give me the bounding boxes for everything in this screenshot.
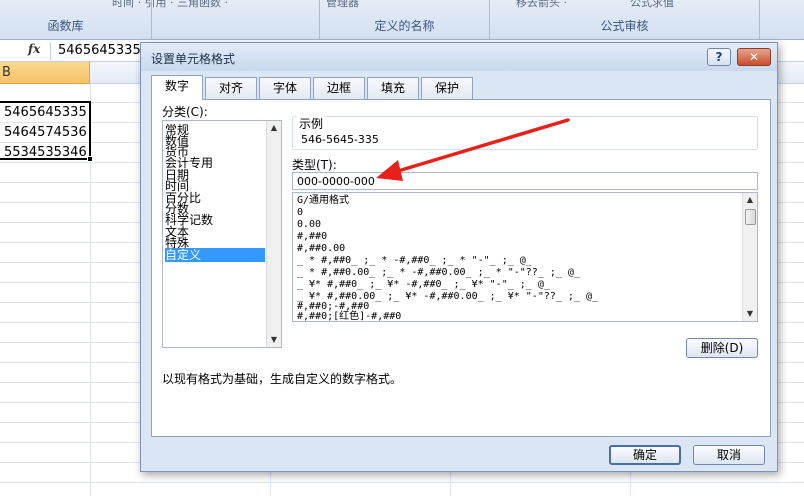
format-list[interactable]: G/通用格式 0 0.00 #,##0 #,##0.00 _ * #,##0_ … xyxy=(292,192,758,322)
selection-range xyxy=(0,101,91,160)
format-item[interactable]: 0 xyxy=(297,207,303,219)
ribbon-top-text-evaluate[interactable]: 公式求值 xyxy=(630,0,674,10)
sample-label: 示例 xyxy=(297,115,326,132)
ok-button[interactable]: 确定 xyxy=(609,445,681,465)
ribbon-top-text[interactable]: 管理器 xyxy=(326,0,359,10)
tab-fill[interactable]: 填充 xyxy=(367,77,419,99)
ribbon-group-formula-auditing: 移去箭头 · 公式求值 公式审核 xyxy=(490,0,760,40)
formula-input[interactable]: 5465645335 xyxy=(58,43,141,58)
tab-font[interactable]: 字体 xyxy=(259,77,311,99)
ribbon-group-label: 函数库 xyxy=(47,19,84,33)
type-label: 类型(T): xyxy=(292,158,337,172)
ribbon-group-defined-names: 管理器 定义的名称 xyxy=(320,0,490,40)
format-scrollbar[interactable]: ▲ ▼ xyxy=(742,193,757,321)
scroll-down-icon[interactable]: ▼ xyxy=(267,333,281,347)
help-button[interactable]: ? xyxy=(707,48,731,66)
cancel-button[interactable]: 取消 xyxy=(693,445,765,465)
delete-button[interactable]: 删除(D) xyxy=(686,338,758,358)
type-input[interactable]: 000-0000-000 xyxy=(292,172,758,190)
tab-protection[interactable]: 保护 xyxy=(421,77,473,99)
ribbon-group-label: 公式审核 xyxy=(600,19,649,33)
dialog-title: 设置单元格格式 xyxy=(151,52,236,66)
format-item[interactable]: #,##0;[红色]-#,##0 xyxy=(297,311,401,321)
number-tab-panel: 分类(C): 常规 数值 货币 会计专用 日期 时间 百分比 分数 科学记数 文… xyxy=(151,99,771,437)
tab-border[interactable]: 边框 xyxy=(313,77,365,99)
format-item[interactable]: _ * #,##0.00_ ;_ * -#,##0.00_ ;_ * "-"??… xyxy=(297,267,580,279)
scroll-up-icon[interactable]: ▲ xyxy=(267,121,281,135)
scroll-up-icon[interactable]: ▲ xyxy=(743,193,757,207)
scroll-down-icon[interactable]: ▼ xyxy=(743,307,757,321)
fill-handle[interactable] xyxy=(87,156,93,162)
category-list[interactable]: 常规 数值 货币 会计专用 日期 时间 百分比 分数 科学记数 文本 特殊 自定… xyxy=(162,120,282,348)
format-item[interactable]: #,##0 xyxy=(297,231,327,243)
category-scrollbar[interactable]: ▲ ▼ xyxy=(266,121,281,347)
tab-number[interactable]: 数字 xyxy=(151,75,203,100)
format-item[interactable]: _ ¥* #,##0_ ;_ ¥* -#,##0_ ;_ ¥* "-"_ ;_ … xyxy=(297,279,550,291)
ribbon-group-label: 定义的名称 xyxy=(374,19,435,33)
format-cells-dialog: 设置单元格格式 ? ✕ 数字 对齐 字体 边框 填充 保护 分类(C): 常规 … xyxy=(140,42,778,472)
ribbon: 时间 · 引用 · 三角函数 · 函数库 管理器 定义的名称 移去箭头 · 公式… xyxy=(0,0,804,40)
format-item[interactable]: 0.00 xyxy=(297,219,321,231)
column-header-b[interactable]: B xyxy=(0,62,90,84)
format-item[interactable]: G/通用格式 xyxy=(297,195,349,207)
format-description: 以现有格式为基础，生成自定义的数字格式。 xyxy=(162,372,403,386)
sample-value: 546-5645-335 xyxy=(301,133,379,146)
formula-bar-separator xyxy=(50,42,51,60)
format-item[interactable]: #,##0.00 xyxy=(297,243,345,255)
category-label: 分类(C): xyxy=(162,105,208,119)
row-gridline xyxy=(0,482,804,483)
scroll-thumb[interactable] xyxy=(745,209,756,225)
dialog-titlebar[interactable]: 设置单元格格式 ? ✕ xyxy=(141,43,777,71)
ribbon-group-misc xyxy=(152,0,320,40)
fx-icon[interactable]: fx xyxy=(28,42,40,56)
tab-alignment[interactable]: 对齐 xyxy=(205,77,257,99)
ribbon-top-text[interactable]: 移去箭头 · xyxy=(516,0,567,10)
ribbon-group-function-library: 时间 · 引用 · 三角函数 · 函数库 xyxy=(0,0,228,40)
category-item-selected[interactable]: 自定义 xyxy=(165,248,265,262)
format-item[interactable]: _ * #,##0_ ;_ * -#,##0_ ;_ * "-"_ ;_ @_ xyxy=(297,255,532,267)
close-button[interactable]: ✕ xyxy=(737,48,771,66)
sample-group: 示例 546-5645-335 xyxy=(292,115,758,150)
